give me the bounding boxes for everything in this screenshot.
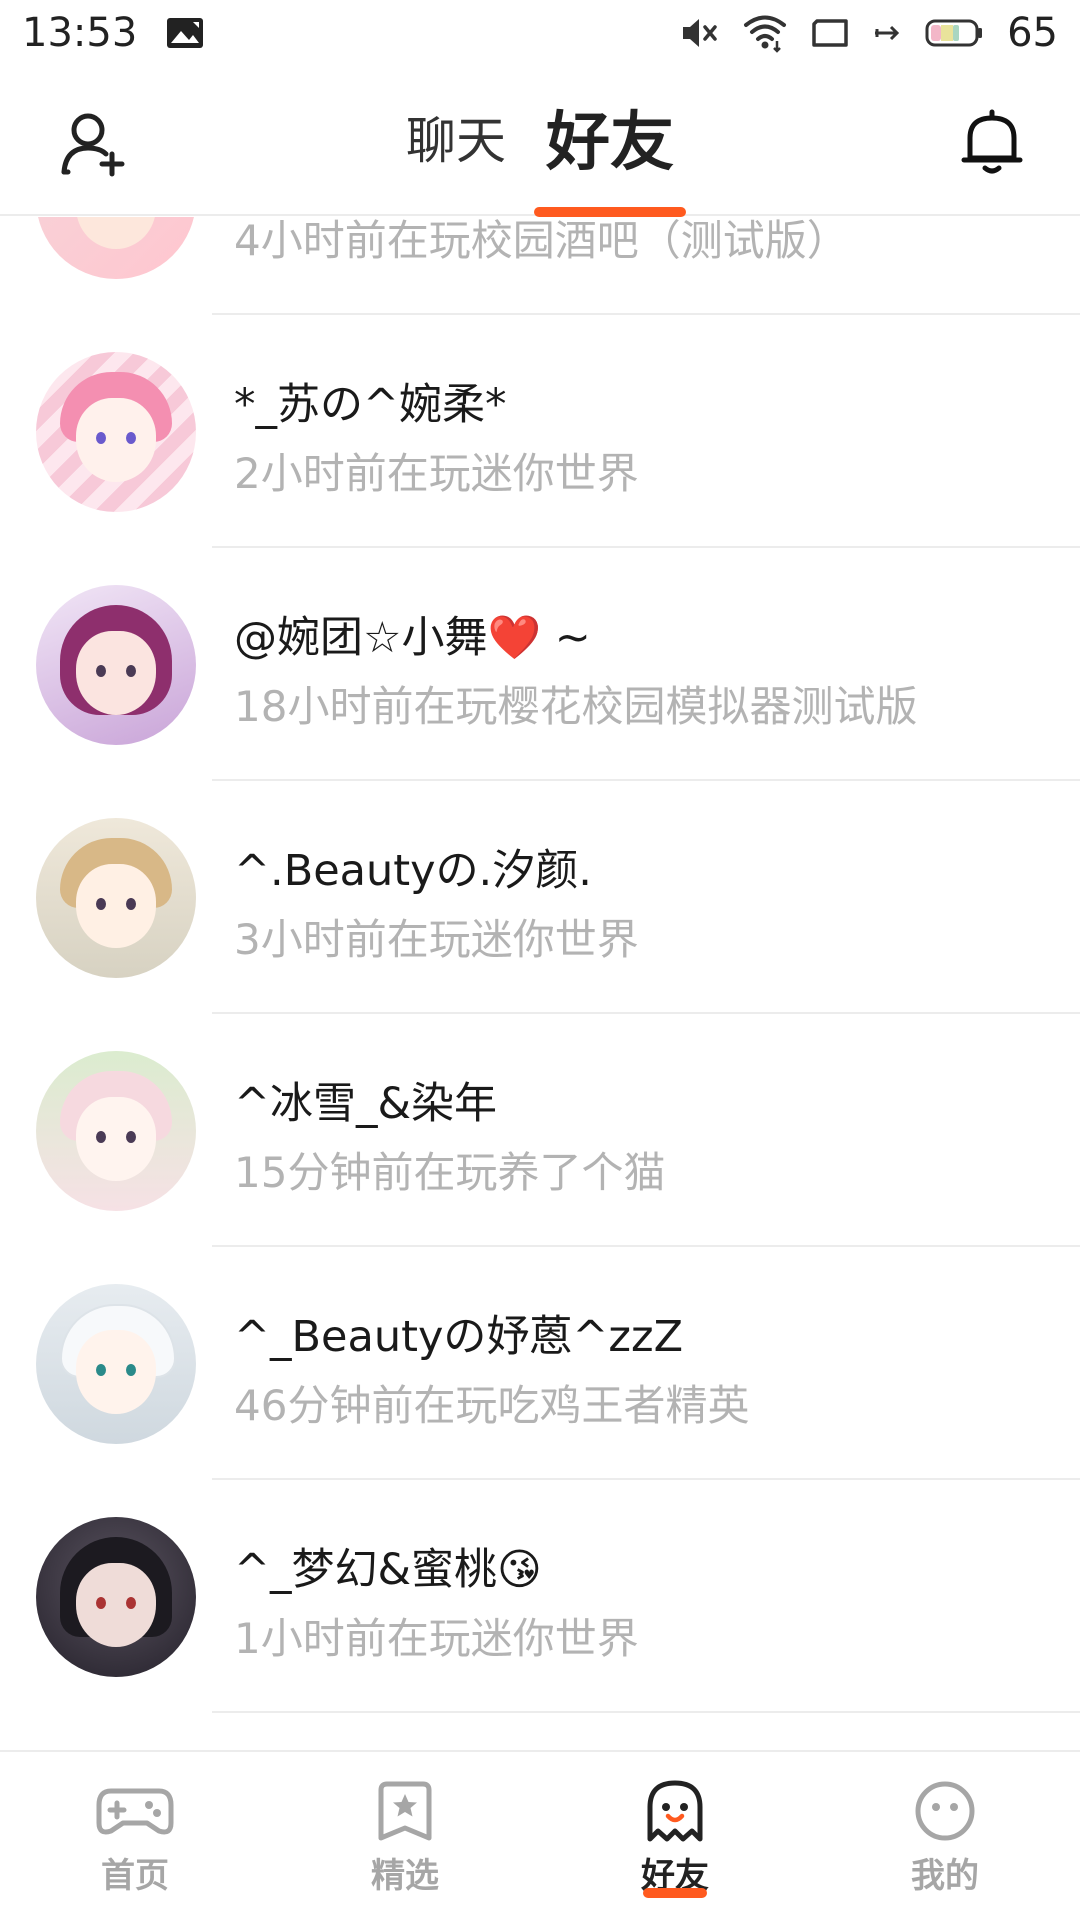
star-bookmark-icon — [365, 1778, 445, 1844]
friend-status: 18小时前在玩樱花校园模拟器测试版 — [234, 682, 918, 731]
friend-name: *_苏の^婉柔* — [234, 380, 507, 430]
nav-home[interactable]: 首页 — [0, 1752, 270, 1920]
add-friend-button[interactable] — [60, 110, 130, 180]
active-nav-indicator — [643, 1888, 707, 1898]
wifi-icon — [743, 13, 787, 53]
friend-row[interactable] — [0, 1713, 1080, 1750]
friend-row[interactable]: @婉团☆小舞❤️ ~ 18小时前在玩樱花校园模拟器测试版 — [0, 548, 1080, 781]
avatar — [36, 217, 196, 279]
avatar — [36, 352, 196, 512]
add-friend-icon — [60, 113, 130, 184]
friend-status: 4小时前在玩校园酒吧（测试版） — [234, 217, 849, 265]
avatar — [36, 1284, 196, 1444]
gamepad-icon — [95, 1778, 175, 1844]
friend-name: ^冰雪_&染年 — [234, 1079, 498, 1129]
avatar — [36, 1517, 196, 1677]
tab-chat-label: 聊天 — [406, 112, 506, 170]
ghost-icon — [635, 1778, 715, 1844]
mute-icon — [679, 15, 719, 51]
nav-me[interactable]: 我的 — [810, 1752, 1080, 1920]
friend-row[interactable]: ^.Beautyの.汐颜. 3小时前在玩迷你世界 — [0, 781, 1080, 1014]
status-right: 65 — [679, 10, 1058, 56]
nav-featured-label: 精选 — [371, 1856, 439, 1896]
avatar — [36, 818, 196, 978]
avatar — [36, 1051, 196, 1211]
friend-row[interactable]: ^_Beautyの妤蒽^zzZ 46分钟前在玩吃鸡王者精英 — [0, 1247, 1080, 1480]
friend-status: 3小时前在玩迷你世界 — [234, 915, 639, 964]
friend-name: @婉团☆小舞❤️ ~ — [234, 613, 591, 663]
nav-me-label: 我的 — [911, 1856, 979, 1896]
smiley-icon — [905, 1778, 985, 1844]
data-arrow-icon — [873, 23, 901, 43]
tab-chat[interactable]: 聊天 — [406, 101, 506, 181]
image-notification-icon — [165, 16, 205, 50]
header-tabs: 聊天 好友 — [0, 66, 1080, 217]
avatar — [36, 585, 196, 745]
bottom-nav: 首页 精选 好友 我的 — [0, 1750, 1080, 1920]
friend-status: 1小时前在玩迷你世界 — [234, 1614, 639, 1663]
friend-row[interactable]: *_苏の^婉柔* 2小时前在玩迷你世界 — [0, 315, 1080, 548]
battery-icon — [925, 19, 983, 47]
status-left: 13:53 — [22, 10, 205, 56]
tab-friends-label: 好友 — [546, 106, 674, 180]
friend-list[interactable]: 4小时前在玩校园酒吧（测试版） *_苏の^婉柔* 2小时前在玩迷你世界 @婉团☆… — [0, 217, 1080, 1750]
friend-status: 2小时前在玩迷你世界 — [234, 449, 639, 498]
status-bar: 13:53 65 — [0, 0, 1080, 66]
friend-list-inner: 4小时前在玩校园酒吧（测试版） *_苏の^婉柔* 2小时前在玩迷你世界 @婉团☆… — [0, 217, 1080, 1750]
notifications-button[interactable] — [956, 106, 1028, 178]
friend-row[interactable]: 4小时前在玩校园酒吧（测试版） — [0, 217, 1080, 315]
friend-row[interactable]: ^_梦幻&蜜桃😘 1小时前在玩迷你世界 — [0, 1480, 1080, 1713]
top-header: 聊天 好友 — [0, 66, 1080, 217]
friend-name: ^.Beautyの.汐颜. — [234, 846, 592, 896]
nav-featured[interactable]: 精选 — [270, 1752, 540, 1920]
friend-name: ^_Beautyの妤蒽^zzZ — [234, 1312, 684, 1362]
friend-status: 46分钟前在玩吃鸡王者精英 — [234, 1381, 750, 1430]
status-time: 13:53 — [22, 10, 138, 56]
screen-icon — [811, 18, 849, 48]
friend-row[interactable]: ^冰雪_&染年 15分钟前在玩养了个猫 — [0, 1014, 1080, 1247]
tab-friends[interactable]: 好友 — [534, 91, 686, 217]
friend-name: ^_梦幻&蜜桃😘 — [234, 1545, 542, 1595]
friend-status: 15分钟前在玩养了个猫 — [234, 1148, 666, 1197]
nav-friends[interactable]: 好友 — [540, 1752, 810, 1920]
bell-icon — [956, 109, 1028, 182]
active-tab-indicator — [534, 207, 686, 217]
nav-home-label: 首页 — [101, 1856, 169, 1896]
battery-level: 65 — [1007, 10, 1058, 56]
